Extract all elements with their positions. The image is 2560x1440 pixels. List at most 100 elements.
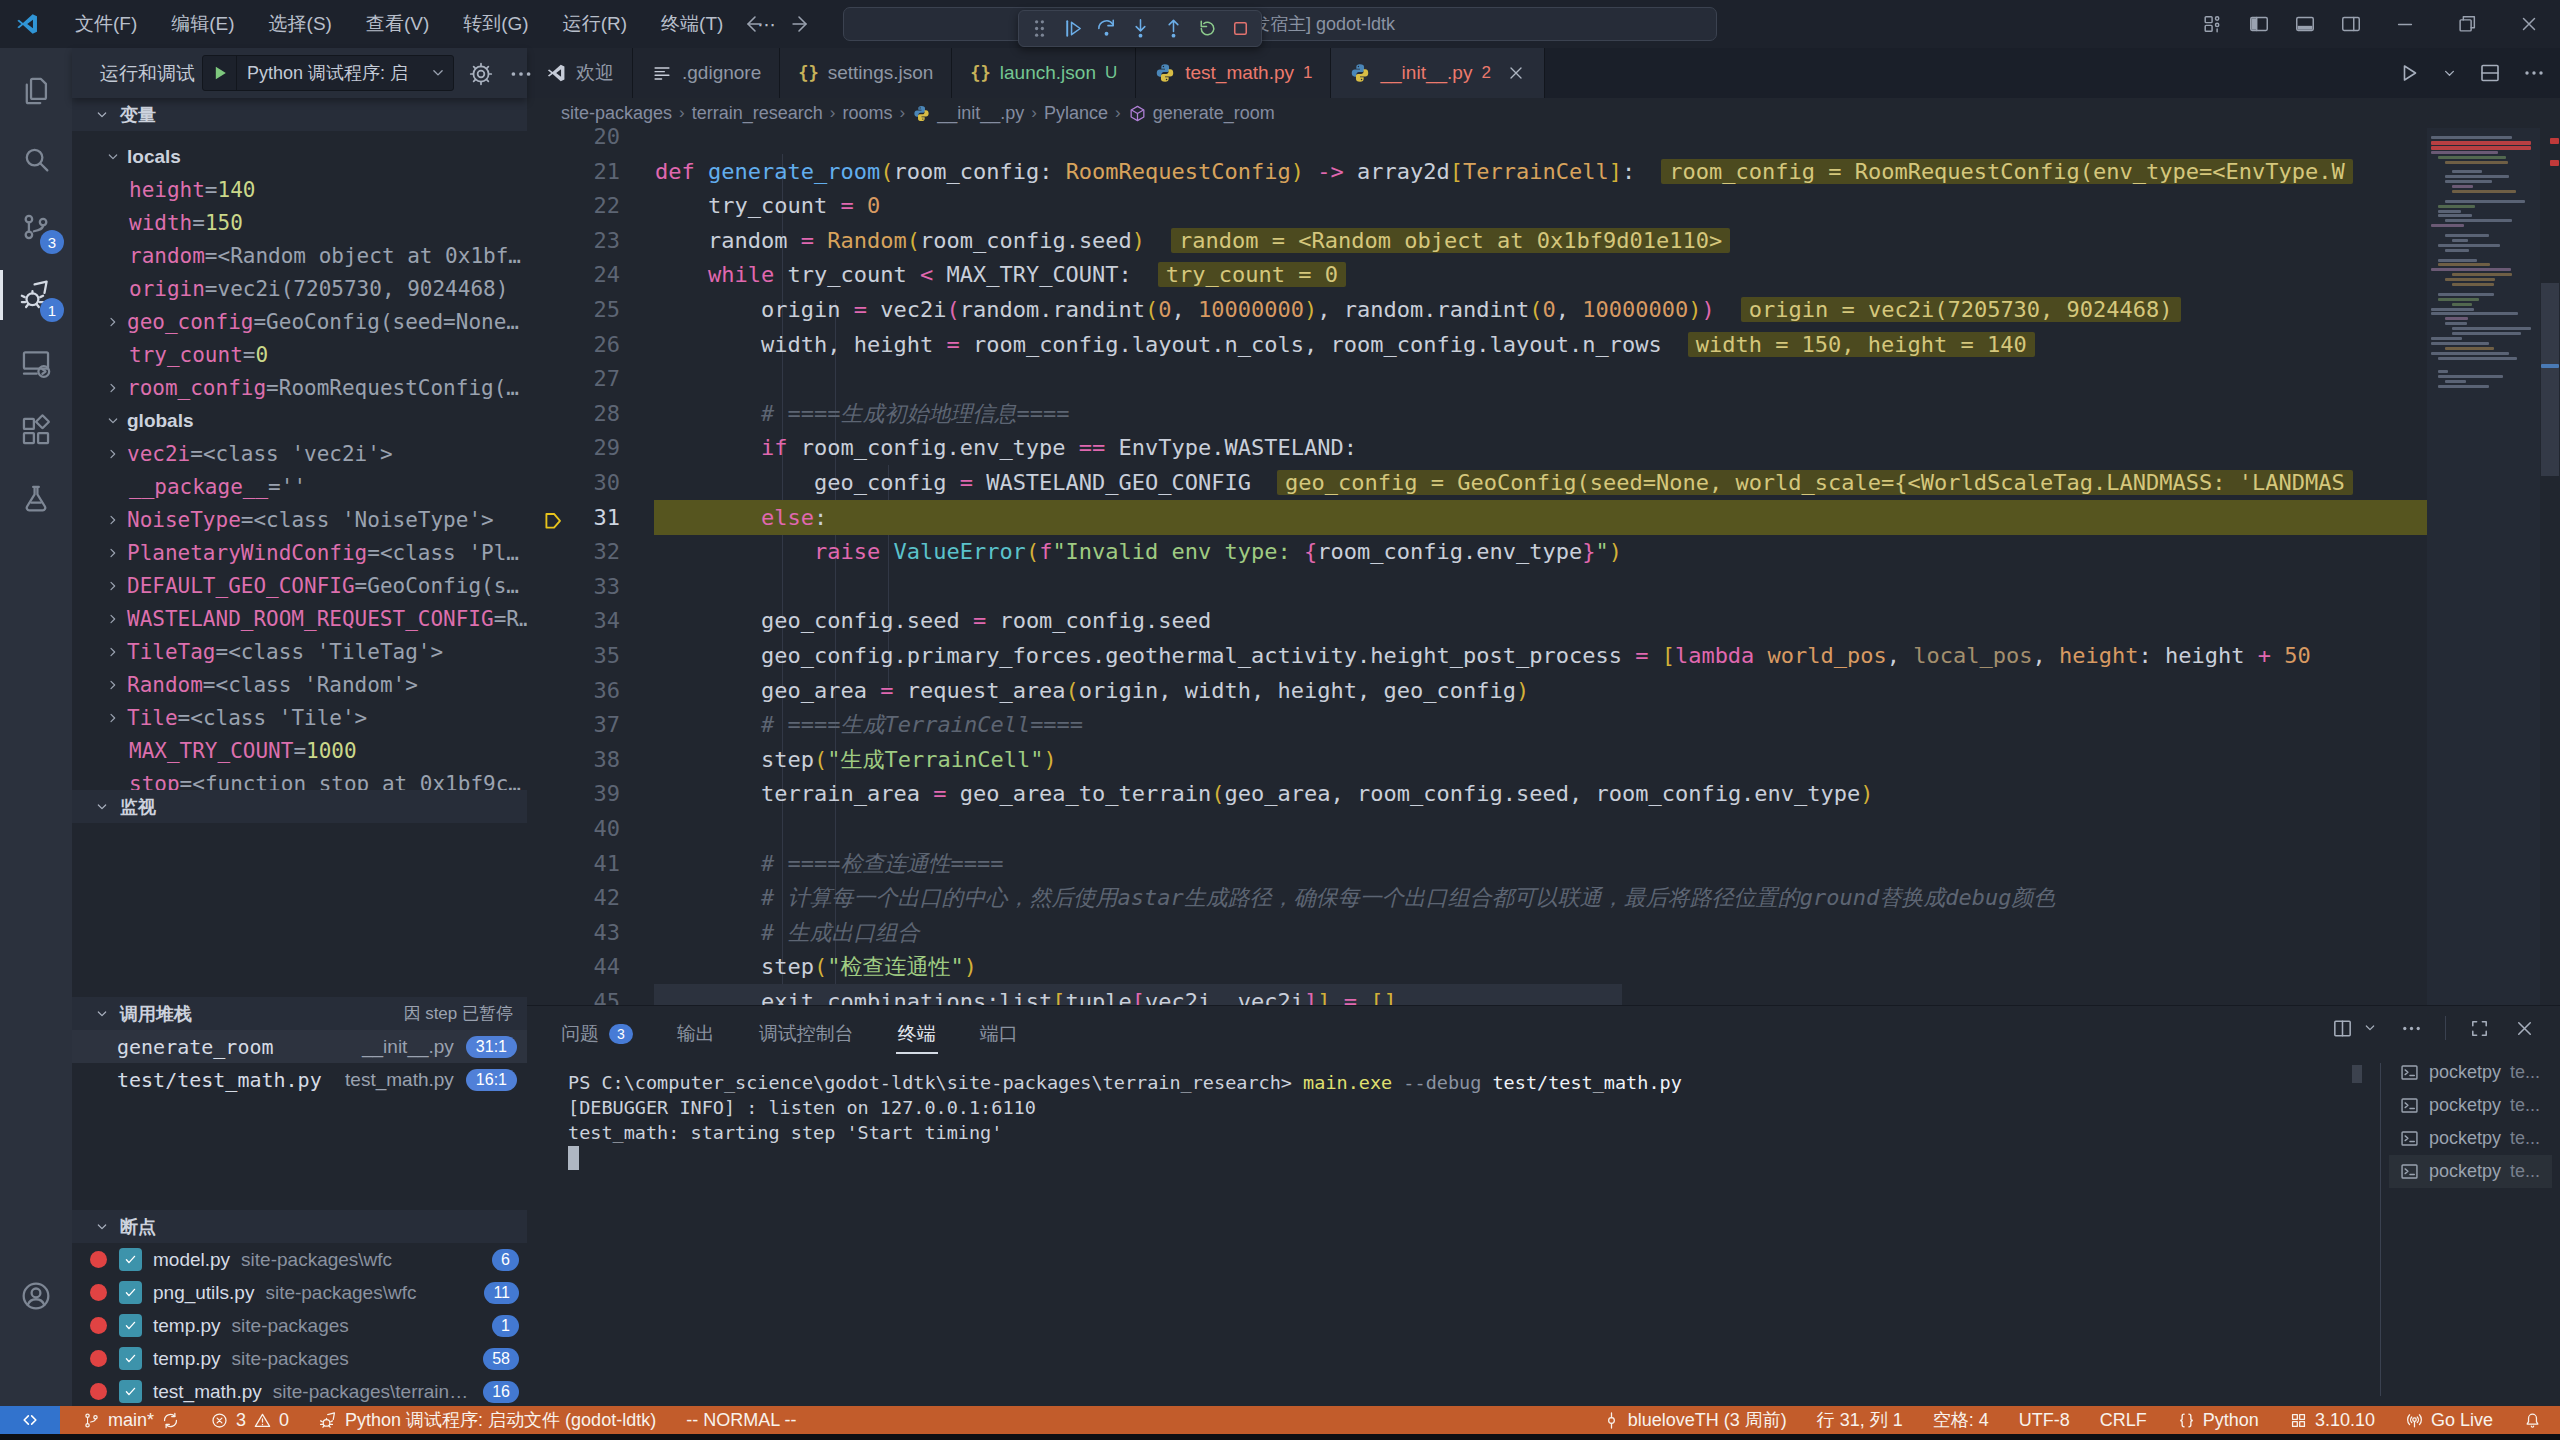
terminal-scrollbar-thumb[interactable]: [2352, 1065, 2362, 1083]
panel-more-button-icon[interactable]: [2400, 1017, 2423, 1040]
breakpoint-item[interactable]: model.pysite-packages\wfc6: [72, 1243, 527, 1276]
more-actions-icon[interactable]: [508, 61, 534, 87]
panel-close-button-icon[interactable]: [2513, 1017, 2536, 1040]
breakpoint-checkbox[interactable]: [119, 1380, 142, 1403]
variable-stop[interactable]: stop = <function stop at 0x1bf9cd21: [72, 767, 527, 790]
continue-button[interactable]: [1059, 14, 1088, 44]
debug-config[interactable]: Python 调试程序: 启动文件 (godot-ldtk): [319, 1408, 656, 1432]
activity-source-control[interactable]: 3: [0, 194, 72, 260]
variable-DEFAULT_GEO_CONFIG[interactable]: DEFAULT_GEO_CONFIG = GeoConfig(seed=1: [72, 569, 527, 602]
menu-item[interactable]: 选择(S): [252, 11, 349, 37]
breadcrumb-item[interactable]: site-packages: [561, 103, 672, 124]
remote-indicator[interactable]: [0, 1406, 60, 1434]
go-live[interactable]: Go Live: [2405, 1410, 2493, 1431]
activity-debug[interactable]: 1: [0, 262, 72, 328]
problems[interactable]: 30: [210, 1410, 289, 1431]
activity-extensions[interactable]: [0, 398, 72, 464]
sidebar-left-button[interactable]: [2236, 0, 2282, 48]
restore-button[interactable]: [2436, 0, 2498, 48]
scrollbar-thumb[interactable]: [2541, 283, 2559, 476]
variable-height[interactable]: height = 140: [72, 173, 527, 206]
panel-bottom-button[interactable]: [2282, 0, 2328, 48]
activity-remote[interactable]: [0, 330, 72, 396]
breakpoint-item[interactable]: temp.pysite-packages58: [72, 1342, 527, 1375]
python-version[interactable]: 3.10.10: [2289, 1410, 2375, 1431]
variable-NoiseType[interactable]: NoiseType = <class 'NoiseType'>: [72, 503, 527, 536]
menu-item[interactable]: 查看(V): [349, 11, 446, 37]
breakpoint-checkbox[interactable]: [119, 1347, 142, 1370]
tab-.gdignore[interactable]: .gdignore: [633, 48, 780, 98]
breakpoint-item[interactable]: test_math.pysite-packages\terrain_res...…: [72, 1375, 527, 1406]
customize-layout-button[interactable]: [2190, 0, 2236, 48]
var-group-globals[interactable]: globals: [72, 404, 527, 437]
breadcrumb-item[interactable]: rooms: [842, 103, 892, 124]
stop-button[interactable]: [1226, 14, 1255, 44]
menu-item[interactable]: 转到(G): [446, 11, 545, 37]
panel-tab-问题[interactable]: 问题3: [561, 1014, 633, 1054]
forward-icon[interactable]: [790, 12, 814, 36]
stack-frame[interactable]: generate_room__init__.py31:1: [72, 1030, 527, 1063]
sidebar-right-button[interactable]: [2328, 0, 2374, 48]
panel-tab-输出[interactable]: 输出: [677, 1014, 715, 1054]
breadcrumb-item[interactable]: __init__.py: [912, 103, 1024, 124]
close-button[interactable]: [2498, 0, 2560, 48]
search-input[interactable]: [扩展开发宿主] godot-ldtk: [843, 7, 1717, 41]
menu-item[interactable]: 运行(R): [546, 11, 644, 37]
terminal-session[interactable]: pocketpyte...: [2389, 1089, 2552, 1122]
section-header-调用堆栈[interactable]: 调用堆栈因 step 已暂停: [72, 997, 527, 1030]
tab-__init__.py[interactable]: __init__.py2: [1331, 48, 1544, 98]
var-group-locals[interactable]: locals: [72, 140, 527, 173]
breadcrumb-item[interactable]: generate_room: [1128, 103, 1275, 124]
git-branch[interactable]: main*: [82, 1410, 180, 1431]
menu-item[interactable]: 文件(F): [58, 11, 154, 37]
activity-account[interactable]: [0, 1263, 72, 1329]
terminal-output[interactable]: PS C:\computer_science\godot-ldtk\site-p…: [568, 1070, 2340, 1145]
gear-icon[interactable]: [468, 61, 494, 87]
breakpoint-item[interactable]: temp.pysite-packages1: [72, 1309, 527, 1342]
stack-frame[interactable]: test/test_math.pytest_math.py16:1: [72, 1063, 527, 1096]
back-icon[interactable]: [740, 12, 764, 36]
variable-TileTag[interactable]: TileTag = <class 'TileTag'>: [72, 635, 527, 668]
breakpoint-item[interactable]: png_utils.pysite-packages\wfc11: [72, 1276, 527, 1309]
menu-item[interactable]: 终端(T): [644, 11, 740, 37]
breakpoint-checkbox[interactable]: [119, 1281, 142, 1304]
run-dropdown-icon[interactable]: [2441, 65, 2458, 82]
variable-MAX_TRY_COUNT[interactable]: MAX_TRY_COUNT = 1000: [72, 734, 527, 767]
terminal-session[interactable]: pocketpyte...: [2389, 1056, 2552, 1089]
activity-search[interactable]: [0, 126, 72, 192]
split-editor-button-icon[interactable]: [2478, 61, 2502, 85]
breakpoint-checkbox[interactable]: [119, 1314, 142, 1337]
menu-item[interactable]: 编辑(E): [154, 11, 251, 37]
encoding[interactable]: UTF-8: [2019, 1410, 2070, 1431]
vim-mode[interactable]: -- NORMAL --: [686, 1410, 796, 1431]
tab-settings.json[interactable]: {}settings.json: [780, 48, 952, 98]
git-blame[interactable]: blueloveTH (3 周前): [1602, 1408, 1787, 1432]
section-header-断点[interactable]: 断点: [72, 1210, 527, 1243]
breakpoint-checkbox[interactable]: [119, 1248, 142, 1271]
panel-tab-终端[interactable]: 终端: [898, 1014, 936, 1054]
tab-欢迎[interactable]: 欢迎: [527, 48, 633, 98]
panel-split-dropdown-icon[interactable]: [2362, 1020, 2378, 1036]
terminal-session[interactable]: pocketpyte...: [2389, 1155, 2552, 1188]
variable-__package__[interactable]: __package__ = '': [72, 470, 527, 503]
panel-tab-调试控制台[interactable]: 调试控制台: [759, 1014, 854, 1054]
step-out-button[interactable]: [1159, 14, 1188, 44]
variable-try_count[interactable]: try_count = 0: [72, 338, 527, 371]
panel-maximize-button-icon[interactable]: [2468, 1017, 2491, 1040]
panel-split-button-icon[interactable]: [2331, 1017, 2354, 1040]
variable-Tile[interactable]: Tile = <class 'Tile'>: [72, 701, 527, 734]
language-mode[interactable]: Python: [2177, 1410, 2259, 1431]
minimize-button[interactable]: [2374, 0, 2436, 48]
section-header-监视[interactable]: 监视: [72, 790, 527, 823]
start-debug-icon[interactable]: [203, 56, 237, 90]
editor-scrollbar[interactable]: [2540, 128, 2560, 1005]
variable-Random[interactable]: Random = <class 'Random'>: [72, 668, 527, 701]
variable-random[interactable]: random = <Random object at 0x1bf9d01e110…: [72, 239, 527, 272]
indentation[interactable]: 空格: 4: [1933, 1408, 1989, 1432]
tab-launch.json[interactable]: {}launch.jsonU: [952, 48, 1136, 98]
variable-PlanetaryWindConfig[interactable]: PlanetaryWindConfig = <class 'Planetary: [72, 536, 527, 569]
activity-testing[interactable]: [0, 466, 72, 532]
variable-WASTELAND_ROOM_REQUEST_CONFIG[interactable]: WASTELAND_ROOM_REQUEST_CONFIG = RoomRe: [72, 602, 527, 635]
breadcrumb-item[interactable]: Pylance: [1044, 103, 1108, 124]
step-into-button[interactable]: [1126, 14, 1155, 44]
